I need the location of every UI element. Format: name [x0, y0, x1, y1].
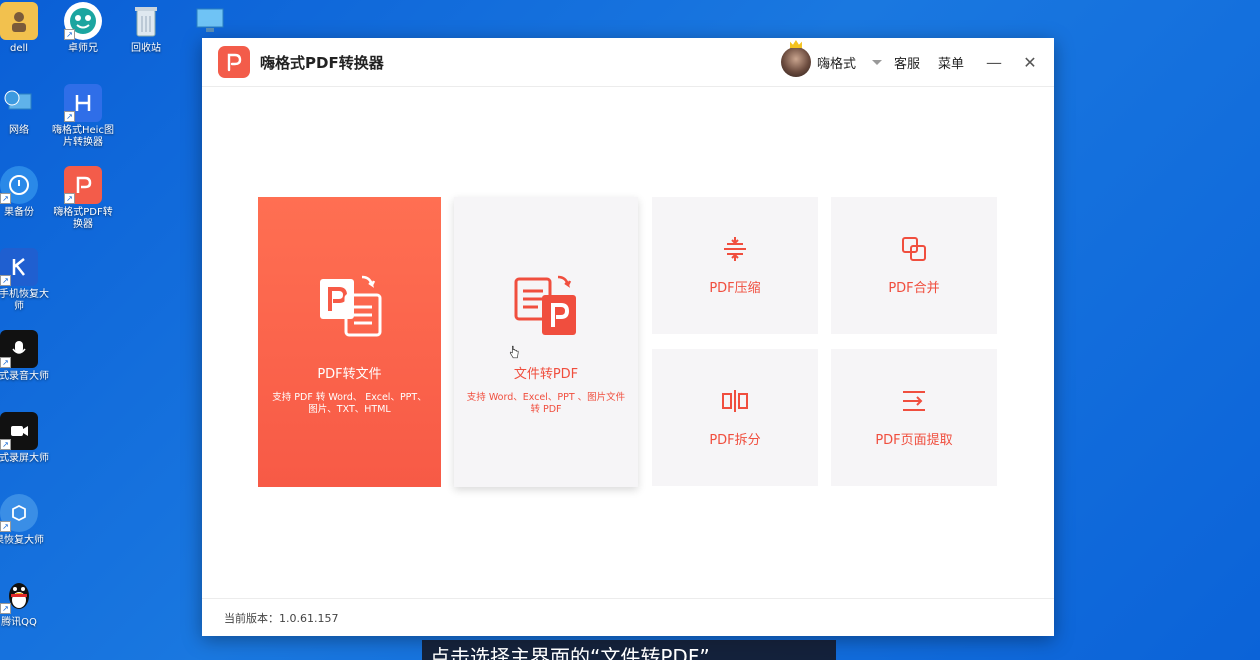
desktop-icon-label: 回收站: [131, 43, 161, 54]
desktop-icon-zhuoshixiong[interactable]: ↗ 卓师兄: [51, 2, 115, 55]
desktop-icon-qq[interactable]: ↗ 腾讯QQ: [0, 576, 51, 629]
pdf-converter-app-icon: ↗: [64, 166, 102, 204]
network-globe-icon: [0, 84, 38, 122]
app-logo-icon: [218, 46, 250, 78]
pdf-compress-tile[interactable]: PDF压缩: [652, 197, 818, 334]
file-to-pdf-title: 文件转PDF: [513, 366, 579, 382]
pdf-compress-label: PDF压缩: [709, 281, 761, 296]
pdf-to-file-icon: [319, 275, 381, 336]
pdf-merge-label: PDF合并: [888, 281, 940, 296]
user-avatar[interactable]: [780, 40, 811, 77]
version-footer: 当前版本：1.0.61.157: [202, 598, 1054, 636]
desktop-icon-label: 网络: [9, 125, 29, 136]
zhuoshixiong-app-icon: ↗: [64, 2, 102, 40]
pdf-extract-label: PDF页面提取: [875, 433, 953, 448]
desktop-icon-label: 果备份: [4, 207, 34, 218]
data-recovery-app-icon: ↗: [0, 494, 38, 532]
main-content: PDF转文件 支持 PDF 转 Word、 Excel、PPT、图片、TXT、H…: [202, 87, 1054, 598]
desktop-icon-label: 腾讯QQ: [1, 617, 37, 628]
desktop-icon-data-recovery[interactable]: ↗ 果恢复大师: [0, 494, 51, 547]
pdf-extract-tile[interactable]: PDF页面提取: [831, 349, 997, 486]
qq-penguin-icon: ↗: [0, 576, 38, 614]
desktop-icon-label: 嗨格式Heic图片转换器: [52, 125, 114, 148]
desktop-icon-label: dell: [9, 43, 29, 54]
close-button[interactable]: ✕: [1022, 53, 1038, 72]
phone-recovery-app-icon: ↗: [0, 248, 38, 286]
compress-icon: [724, 237, 746, 261]
heic-converter-app-icon: ↗: [64, 84, 102, 122]
app-title: 嗨格式PDF转换器: [260, 53, 384, 72]
pdf-converter-window: 嗨格式PDF转换器 嗨格式 客服 菜单 — ✕ PDF转文件 支持 PDF 转 …: [202, 38, 1054, 636]
screen-recorder-app-icon: ↗: [0, 412, 38, 450]
file-to-pdf-icon: [514, 275, 576, 335]
desktop-icon-label: 格式录屏大师: [0, 453, 49, 464]
split-icon: [722, 390, 748, 412]
extract-icon: [903, 391, 925, 411]
desktop-icon-heic-converter[interactable]: ↗ 嗨格式Heic图片转换器: [51, 84, 115, 149]
version-label: 当前版本：1.0.61.157: [224, 611, 339, 625]
backup-app-icon: ↗: [0, 166, 38, 204]
pdf-split-tile[interactable]: PDF拆分: [652, 349, 818, 486]
pdf-to-file-title: PDF转文件: [317, 366, 382, 382]
desktop-icon-label: 嗨格式PDF转换器: [53, 207, 113, 230]
desktop-icon-network[interactable]: 网络: [0, 84, 51, 137]
desktop-icon-screen-recorder[interactable]: ↗ 格式录屏大师: [0, 412, 51, 465]
pdf-to-file-tile[interactable]: PDF转文件 支持 PDF 转 Word、 Excel、PPT、图片、TXT、H…: [258, 197, 441, 487]
merge-icon: [902, 237, 926, 261]
monitor-icon: [191, 2, 229, 40]
customer-service-button[interactable]: 客服: [894, 53, 920, 72]
file-to-pdf-tile[interactable]: 文件转PDF 支持 Word、Excel、PPT 、图片文件转 PDF: [454, 197, 638, 487]
video-caption: 点击选择主界面的“文件转PDF”: [422, 640, 836, 660]
desktop-icon-label: 心手机恢复大师: [0, 289, 49, 312]
desktop-icon-phone-recovery[interactable]: ↗ 心手机恢复大师: [0, 248, 51, 313]
user-name[interactable]: 嗨格式: [817, 53, 856, 72]
minimize-button[interactable]: —: [986, 53, 1002, 72]
desktop-icon-label: 卓师兄: [68, 43, 98, 54]
user-folder-icon: [0, 2, 38, 40]
desktop-icon-dell[interactable]: dell: [0, 2, 51, 55]
menu-button[interactable]: 菜单: [938, 53, 964, 72]
desktop-icon-apple-backup[interactable]: ↗ 果备份: [0, 166, 51, 219]
desktop-icon-pdf-converter[interactable]: ↗ 嗨格式PDF转换器: [51, 166, 115, 231]
desktop-icon-audio-recorder[interactable]: ↗ 格式录音大师: [0, 330, 51, 383]
hand-cursor-icon: [509, 345, 519, 359]
pdf-split-label: PDF拆分: [709, 433, 761, 448]
chevron-down-icon[interactable]: [871, 59, 882, 65]
pdf-merge-tile[interactable]: PDF合并: [831, 197, 997, 334]
title-bar: 嗨格式PDF转换器 嗨格式 客服 菜单 — ✕: [202, 38, 1054, 87]
recycle-bin-icon: [127, 2, 165, 40]
pdf-to-file-desc: 支持 PDF 转 Word、 Excel、PPT、图片、TXT、HTML: [272, 391, 427, 415]
desktop-icon-label: 果恢复大师: [0, 535, 44, 546]
vip-crown-icon: [789, 40, 802, 48]
desktop-icon-recycle-bin[interactable]: 回收站: [114, 2, 178, 55]
desktop-icon-label: 格式录音大师: [0, 371, 49, 382]
audio-recorder-app-icon: ↗: [0, 330, 38, 368]
file-to-pdf-desc: 支持 Word、Excel、PPT 、图片文件转 PDF: [466, 391, 626, 415]
